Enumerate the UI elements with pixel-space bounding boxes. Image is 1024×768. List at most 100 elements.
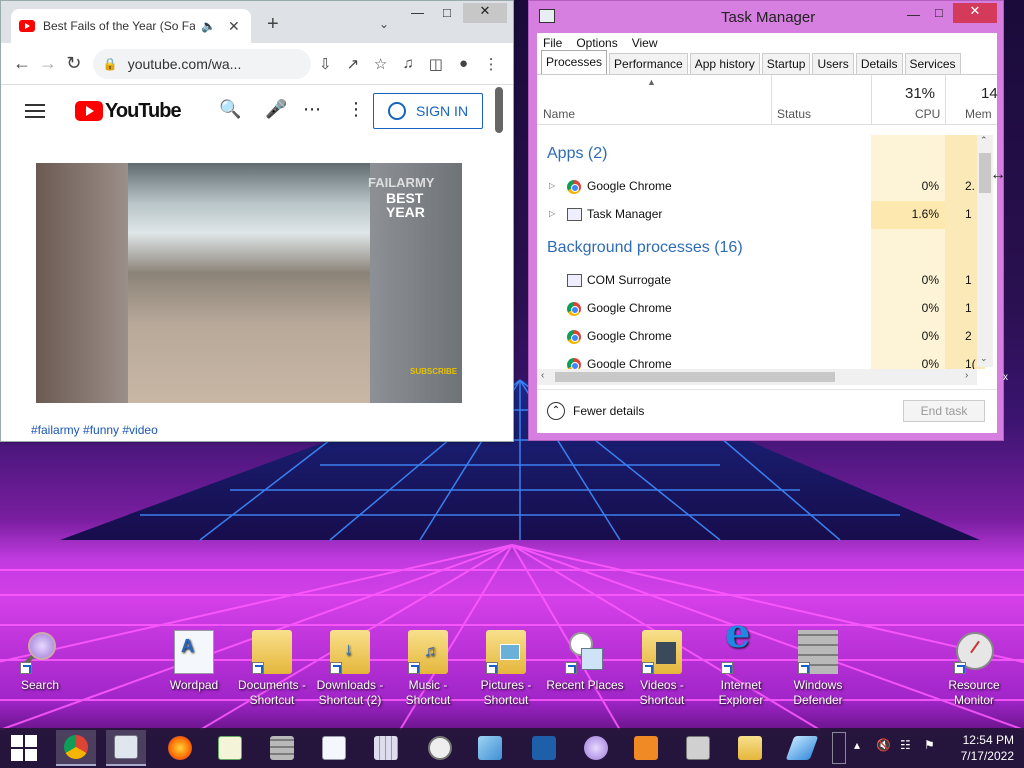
chrome-menu-icon[interactable]: ⋮ [477, 55, 505, 73]
desktop-icon-resource-monitor[interactable]: Resource Monitor [934, 630, 1014, 708]
back-arrow-icon[interactable]: ← [9, 53, 35, 74]
maximize-button[interactable]: □ [443, 5, 451, 20]
taskbar-notepad[interactable] [470, 730, 510, 766]
taskbar-search[interactable] [576, 730, 616, 766]
video-hashtags[interactable]: #failarmy #funny #video [31, 423, 158, 437]
end-task-button[interactable]: End task [903, 400, 985, 422]
minimize-button[interactable]: — [411, 5, 424, 20]
menu-file[interactable]: File [543, 36, 562, 50]
taskbar-media-player[interactable] [626, 730, 666, 766]
desktop-icon-internet-explorer[interactable]: e Internet Explorer [701, 614, 781, 708]
reload-icon[interactable]: ↻ [61, 53, 87, 74]
system-clock[interactable]: 12:54 PM 7/17/2022 [950, 732, 1014, 764]
close-button[interactable]: ✕ [463, 3, 507, 23]
fewer-details-link[interactable]: Fewer details [573, 404, 644, 418]
taskbar-firefox[interactable] [160, 730, 200, 766]
column-memory[interactable]: Mem [965, 107, 992, 121]
taskbar-fax-scan[interactable] [678, 730, 718, 766]
taskbar-clock-app[interactable] [420, 730, 460, 766]
column-cpu[interactable]: CPU [915, 107, 940, 121]
column-status[interactable]: Status [777, 107, 811, 121]
youtube-logo[interactable]: YouTube [75, 100, 182, 123]
tray-overflow-chevron-icon[interactable]: ▴ [854, 738, 860, 752]
desktop-icon-music[interactable]: ♫ Music - Shortcut [388, 630, 468, 708]
expand-arrow-icon[interactable]: ▷ [549, 181, 555, 190]
desktop-icon-wordpad[interactable]: A Wordpad [154, 630, 234, 693]
taskbar-send[interactable] [782, 730, 822, 766]
collapse-chevron-icon[interactable]: ⌃ [547, 402, 565, 420]
scroll-right-icon[interactable]: › [965, 370, 968, 381]
forward-arrow-icon[interactable]: → [35, 53, 61, 74]
taskbar-task-manager[interactable] [106, 730, 146, 766]
process-row[interactable]: Google Chrome 0% 1( [537, 351, 985, 369]
process-row[interactable]: COM Surrogate 0% 1 [537, 267, 985, 295]
more-options-icon[interactable]: ⋮ [347, 99, 365, 120]
volume-muted-icon[interactable]: 🔇 [876, 738, 891, 752]
desktop-icon-videos[interactable]: Videos - Shortcut [622, 630, 702, 708]
expand-arrow-icon[interactable]: ▷ [549, 209, 555, 218]
menu-options[interactable]: Options [576, 36, 617, 50]
column-name[interactable]: Name [543, 107, 575, 121]
share-icon[interactable]: ↗ [339, 55, 367, 73]
maximize-button[interactable]: □ [935, 5, 943, 20]
page-scrollbar-thumb[interactable] [495, 87, 503, 133]
desktop-icon-recent-places[interactable]: Recent Places [545, 630, 625, 693]
hamburger-menu-icon[interactable] [25, 100, 45, 122]
profile-avatar-icon[interactable]: ● [450, 55, 478, 72]
scrollbar-thumb[interactable] [555, 372, 835, 382]
tab-details[interactable]: Details [855, 53, 903, 74]
process-row[interactable]: ▷ Task Manager 1.6% 1 [537, 201, 985, 229]
desktop-icon-search[interactable]: Search [0, 630, 80, 693]
menu-view[interactable]: View [632, 36, 658, 50]
tab-users[interactable]: Users [812, 53, 854, 74]
video-player[interactable]: FAILARMY BEST YEAR SUBSCRIBE [36, 163, 462, 403]
tab-close-icon[interactable]: ✕ [228, 18, 240, 35]
desktop-icon-windows-defender[interactable]: Windows Defender [778, 630, 858, 708]
sign-in-button[interactable]: SIGN IN [373, 93, 483, 129]
desktop-icon-downloads[interactable]: ↓ Downloads - Shortcut (2) [310, 630, 390, 708]
start-button[interactable] [4, 730, 44, 766]
process-row[interactable]: Google Chrome 0% 1 [537, 295, 985, 323]
taskbar-windows-defender[interactable] [262, 730, 302, 766]
side-panel-icon[interactable]: ◫ [422, 55, 450, 73]
process-cpu: 0% [921, 273, 939, 287]
tab-search-chevron-icon[interactable]: ⌄ [379, 17, 389, 31]
horizontal-scrollbar[interactable]: ‹ › [537, 369, 977, 385]
taskbar-powershell[interactable] [524, 730, 564, 766]
action-center-icon[interactable]: ⚑ [924, 738, 935, 752]
tab-performance[interactable]: Performance [609, 53, 688, 74]
taskbar-calculator[interactable] [366, 730, 406, 766]
scroll-down-icon[interactable]: ⌄ [980, 353, 988, 364]
tab-services[interactable]: Services [904, 53, 961, 74]
search-icon[interactable]: 🔍 [219, 99, 241, 120]
taskbar-wordpad[interactable] [314, 730, 354, 766]
tab-processes[interactable]: Processes [541, 50, 608, 74]
close-button[interactable]: ✕ [953, 3, 997, 23]
task-manager-window[interactable]: Task Manager — □ ✕ File Options View Pro… [528, 0, 1004, 441]
tab-app-history[interactable]: App history [689, 53, 760, 74]
scroll-left-icon[interactable]: ‹ [541, 370, 544, 381]
taskbar-notepad-plus[interactable] [210, 730, 250, 766]
taskbar-folder[interactable] [730, 730, 770, 766]
browser-tab[interactable]: Best Fails of the Year (So Far 🔈 ✕ [11, 9, 251, 43]
apps-grid-icon[interactable]: ⋯ [303, 99, 321, 120]
address-bar[interactable]: 🔒 youtube.com/wa... [92, 48, 312, 79]
process-row[interactable]: Google Chrome 0% 2 [537, 323, 985, 351]
desktop-icon-documents[interactable]: Documents - Shortcut [232, 630, 312, 708]
media-controls-icon[interactable]: ♫ [394, 55, 422, 72]
new-tab-button[interactable]: + [267, 13, 279, 36]
process-row[interactable]: ▷ Google Chrome 0% 2. [537, 173, 985, 201]
scroll-up-icon[interactable]: ⌃ [980, 135, 988, 146]
network-icon[interactable]: ☷ [900, 738, 911, 752]
speaker-icon[interactable]: 🔈 [201, 19, 216, 33]
tab-startup[interactable]: Startup [761, 53, 811, 74]
desktop-icon-pictures[interactable]: Pictures - Shortcut [466, 630, 546, 708]
task-manager-titlebar[interactable]: Task Manager — □ ✕ [529, 1, 1003, 33]
minimize-button[interactable]: — [907, 7, 920, 22]
microphone-icon[interactable]: 🎤 [265, 99, 287, 120]
bookmark-star-icon[interactable]: ☆ [367, 55, 395, 73]
chrome-window[interactable]: Best Fails of the Year (So Far 🔈 ✕ + ⌄ —… [0, 0, 514, 442]
taskbar-chrome[interactable] [56, 730, 96, 766]
install-app-icon[interactable]: ⇩ [311, 55, 339, 73]
lock-icon[interactable]: 🔒 [103, 57, 118, 71]
